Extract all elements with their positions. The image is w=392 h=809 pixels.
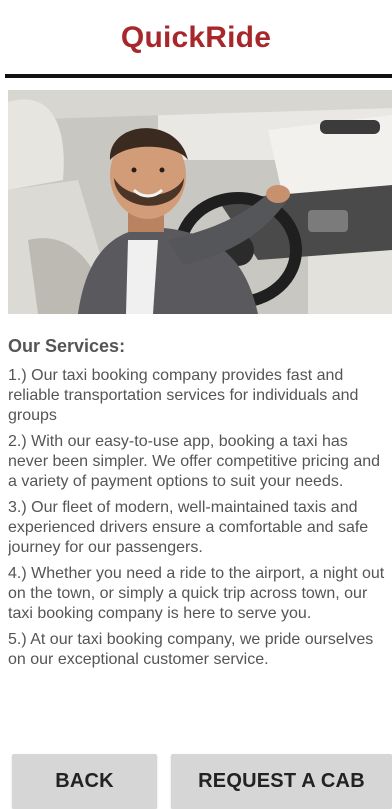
service-item: 4.) Whether you need a ride to the airpo… bbox=[8, 565, 385, 622]
services-heading: Our Services: bbox=[8, 336, 126, 356]
hero-image bbox=[8, 90, 392, 314]
request-cab-button[interactable]: REQUEST A CAB bbox=[171, 754, 392, 809]
driver-photo-icon bbox=[8, 90, 392, 314]
app-title: QuickRide bbox=[120, 21, 272, 54]
service-item: 3.) Our fleet of modern, well-maintained… bbox=[8, 499, 369, 556]
back-button[interactable]: BACK bbox=[12, 754, 157, 809]
service-item: 1.) Our taxi booking company provides fa… bbox=[8, 367, 359, 424]
service-item: 2.) With our easy-to-use app, booking a … bbox=[8, 433, 381, 490]
service-item: 5.) At our taxi booking company, we prid… bbox=[8, 631, 374, 668]
app-header: QuickRide bbox=[0, 0, 392, 78]
header-divider bbox=[5, 74, 392, 78]
action-bar: BACK REQUEST A CAB bbox=[0, 754, 392, 809]
services-section: Our Services: 1.) Our taxi booking compa… bbox=[8, 334, 392, 746]
